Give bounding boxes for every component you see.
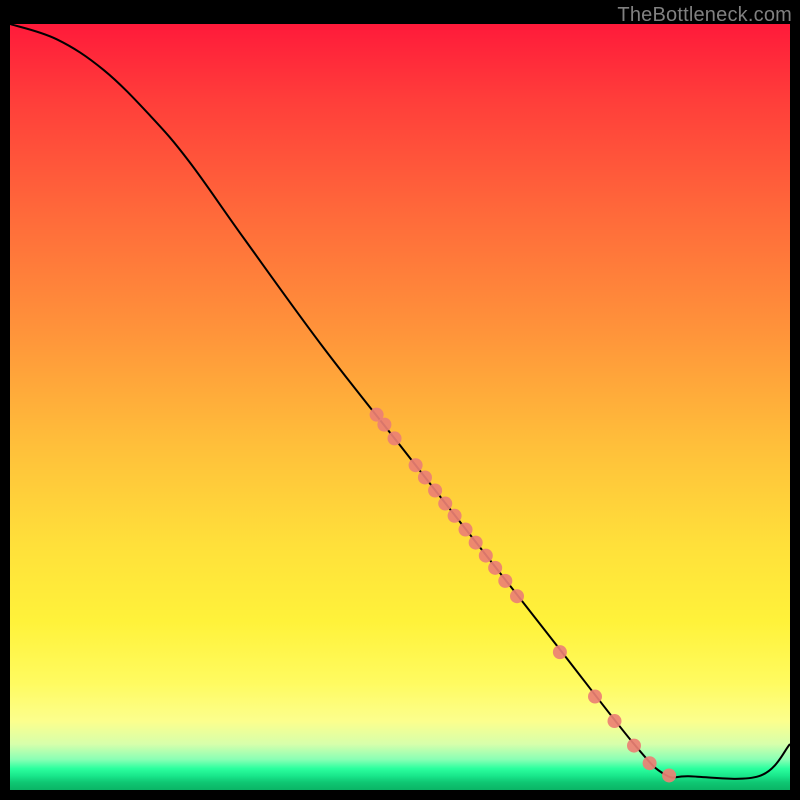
data-point: [643, 756, 657, 770]
data-point: [469, 536, 483, 550]
data-point: [608, 714, 622, 728]
data-point: [627, 739, 641, 753]
data-point: [448, 509, 462, 523]
data-point: [498, 574, 512, 588]
data-point: [488, 561, 502, 575]
data-point: [459, 523, 473, 537]
curve-line: [10, 24, 790, 779]
data-point: [409, 458, 423, 472]
watermark-label: TheBottleneck.com: [617, 4, 792, 27]
data-point: [418, 470, 432, 484]
curve-svg: [10, 24, 790, 790]
data-point: [662, 768, 676, 782]
data-point: [377, 418, 391, 432]
data-points: [370, 408, 676, 783]
data-point: [588, 690, 602, 704]
data-point: [510, 589, 524, 603]
chart-container: TheBottleneck.com: [0, 0, 800, 800]
data-point: [553, 645, 567, 659]
plot-area: [10, 24, 790, 790]
data-point: [388, 431, 402, 445]
data-point: [428, 483, 442, 497]
data-point: [438, 497, 452, 511]
data-point: [479, 549, 493, 563]
